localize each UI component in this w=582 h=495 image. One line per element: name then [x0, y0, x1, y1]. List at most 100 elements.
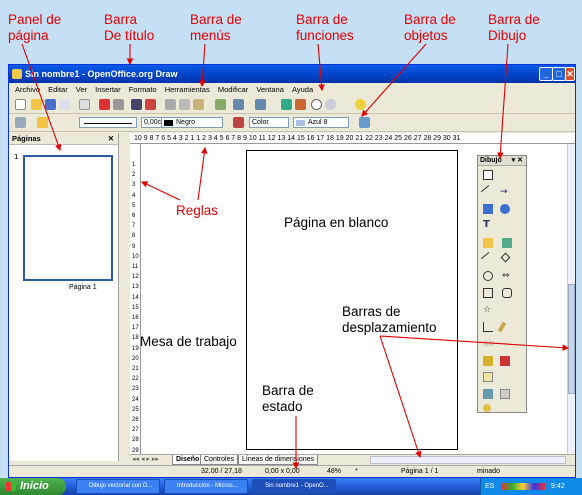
language-indicator[interactable]: ES — [485, 478, 494, 495]
menu-editar[interactable]: Editar — [48, 85, 68, 94]
ruler-v-mark: 9 — [132, 243, 136, 250]
new-icon[interactable] — [15, 99, 26, 110]
system-tray: ES 9:42 — [480, 478, 582, 495]
status-bar: 32,00 / 27,18 0,00 x 0,00 48% * Página 1… — [9, 465, 575, 477]
format-paintbrush-icon[interactable] — [215, 99, 226, 110]
zoom-icon[interactable] — [325, 99, 336, 110]
menu-ver[interactable]: Ver — [76, 85, 87, 94]
menu-modificar[interactable]: Modificar — [218, 85, 248, 94]
start-button[interactable]: Inicio — [0, 478, 66, 495]
close-panel-icon[interactable]: ✕ — [108, 133, 114, 145]
minimize-button[interactable]: _ — [539, 67, 553, 81]
arrow-style-icon[interactable] — [37, 117, 48, 128]
mail-icon[interactable] — [59, 99, 70, 110]
menu-ventana[interactable]: Ventana — [256, 85, 284, 94]
fill-color-select[interactable]: Azul 8 — [293, 117, 349, 128]
shadow-icon[interactable] — [359, 117, 370, 128]
callouts-icon[interactable] — [502, 288, 512, 298]
horizontal-ruler[interactable]: 10 9 8 7 6 5 4 3 2 1 1 2 3 4 5 6 7 8 9 1… — [130, 133, 575, 144]
menu-insertar[interactable]: Insertar — [95, 85, 120, 94]
pages-panel-title: Páginas — [12, 134, 41, 143]
line-icon[interactable] — [480, 184, 496, 200]
gallery-icon[interactable] — [500, 356, 510, 366]
open-icon[interactable] — [31, 99, 42, 110]
glue-points-icon[interactable] — [497, 321, 507, 333]
save-icon[interactable] — [45, 99, 56, 110]
drawing-functions-icon[interactable] — [311, 99, 322, 110]
zoom-readout[interactable]: 48% — [327, 466, 341, 478]
undo-icon[interactable] — [233, 99, 244, 110]
area-style-icon[interactable] — [233, 117, 244, 128]
autospell-icon[interactable] — [145, 99, 156, 110]
taskbar: Inicio Dibujo vectorial con D... Introdu… — [0, 478, 582, 495]
spellcheck-icon[interactable] — [131, 99, 142, 110]
menu-herramientas[interactable]: Herramientas — [165, 85, 210, 94]
fill-type-select[interactable]: Color — [249, 117, 289, 128]
stars-icon[interactable]: ☆ — [483, 305, 493, 315]
extrusion-icon[interactable] — [483, 372, 493, 382]
menu-formato[interactable]: Formato — [129, 85, 157, 94]
task-dibujo-vectorial[interactable]: Dibujo vectorial con D... — [76, 479, 160, 494]
close-button[interactable]: ✕ — [565, 67, 575, 81]
fontwork-icon: ab — [483, 339, 495, 349]
arrow-line-icon[interactable]: → — [500, 187, 510, 197]
line-style-icon[interactable] — [15, 117, 26, 128]
points-icon[interactable] — [483, 322, 493, 332]
pdf-icon[interactable] — [99, 99, 110, 110]
lines-arrows-icon[interactable] — [480, 251, 496, 267]
modified-indicator: * — [355, 468, 358, 475]
thumb-number: 1 — [14, 153, 19, 161]
ruler-v-mark: 14 — [132, 294, 139, 301]
text-icon[interactable]: T — [483, 220, 493, 230]
copy-icon[interactable] — [179, 99, 190, 110]
tab-nav-icon[interactable]: ◂◂ ◂ ▸ ▸▸ — [132, 455, 159, 463]
ruler-v-mark: 13 — [132, 284, 139, 291]
line-color-select[interactable]: Negro — [161, 117, 223, 128]
paste-icon[interactable] — [193, 99, 204, 110]
effects-icon[interactable] — [483, 389, 493, 399]
rectangle-icon[interactable] — [483, 204, 493, 214]
menu-archivo[interactable]: Archivo — [15, 85, 40, 94]
title-bar[interactable]: Sin nombre1 - OpenOffice.org Draw _ □ ✕ — [9, 65, 575, 83]
tab-diseno[interactable]: Diseño — [172, 455, 204, 465]
horizontal-scrollbar[interactable] — [370, 456, 566, 464]
print-icon[interactable] — [113, 99, 124, 110]
alignment-icon[interactable] — [500, 389, 510, 399]
task-sin-nombre1[interactable]: Sin nombre1 - OpenO... — [252, 479, 336, 494]
arrange-icon[interactable] — [483, 404, 491, 412]
window-title: Sin nombre1 - OpenOffice.org Draw — [25, 69, 178, 79]
chart-icon[interactable] — [281, 99, 292, 110]
maximize-button[interactable]: □ — [552, 67, 566, 81]
page-thumbnail[interactable] — [23, 155, 113, 281]
curve-icon[interactable] — [483, 238, 493, 248]
help-icon[interactable] — [355, 99, 366, 110]
ellipse-icon[interactable] — [500, 204, 510, 214]
flowchart-icon[interactable] — [483, 288, 493, 298]
navigator-icon[interactable] — [295, 99, 306, 110]
from-file-icon[interactable] — [483, 356, 493, 366]
block-arrows-icon[interactable]: ⇔ — [502, 271, 512, 281]
cut-icon[interactable] — [165, 99, 176, 110]
basic-shapes-icon[interactable] — [500, 252, 511, 263]
line-style-select[interactable] — [79, 117, 137, 128]
scroll-thumb[interactable] — [568, 284, 575, 394]
select-icon[interactable] — [483, 170, 493, 180]
vertical-ruler[interactable]: 1 2 3 4 5 6 7 8 9 10 11 12 13 14 15 16 17 18 19 20 21 22 23 24 2… — [130, 144, 141, 454]
symbol-shapes-icon[interactable] — [483, 271, 493, 281]
label-pagina-blanco: Página en blanco — [284, 215, 389, 230]
redo-icon[interactable] — [255, 99, 266, 110]
vertical-scrollbar[interactable] — [567, 144, 575, 454]
task-introduccion[interactable]: Introducción - Micros... — [164, 479, 248, 494]
tab-controles[interactable]: Controles — [200, 455, 238, 465]
drawing-toolbar-header[interactable]: Dibujo ▾ ✕ — [478, 156, 526, 166]
tray-icons[interactable] — [501, 483, 545, 490]
connector-icon[interactable] — [502, 238, 512, 248]
ruler-v-mark: 18 — [132, 335, 139, 342]
ruler-v-mark: 15 — [132, 304, 139, 311]
tab-lineas-dimensiones[interactable]: Líneas de dimensiones — [238, 455, 318, 465]
position-readout: 32,00 / 27,18 — [201, 468, 242, 475]
edit-file-icon[interactable] — [79, 99, 90, 110]
menu-ayuda[interactable]: Ayuda — [292, 85, 313, 94]
close-toolbar-icon[interactable]: ▾ ✕ — [512, 156, 523, 166]
ruler-v-mark: 1 — [132, 162, 136, 168]
